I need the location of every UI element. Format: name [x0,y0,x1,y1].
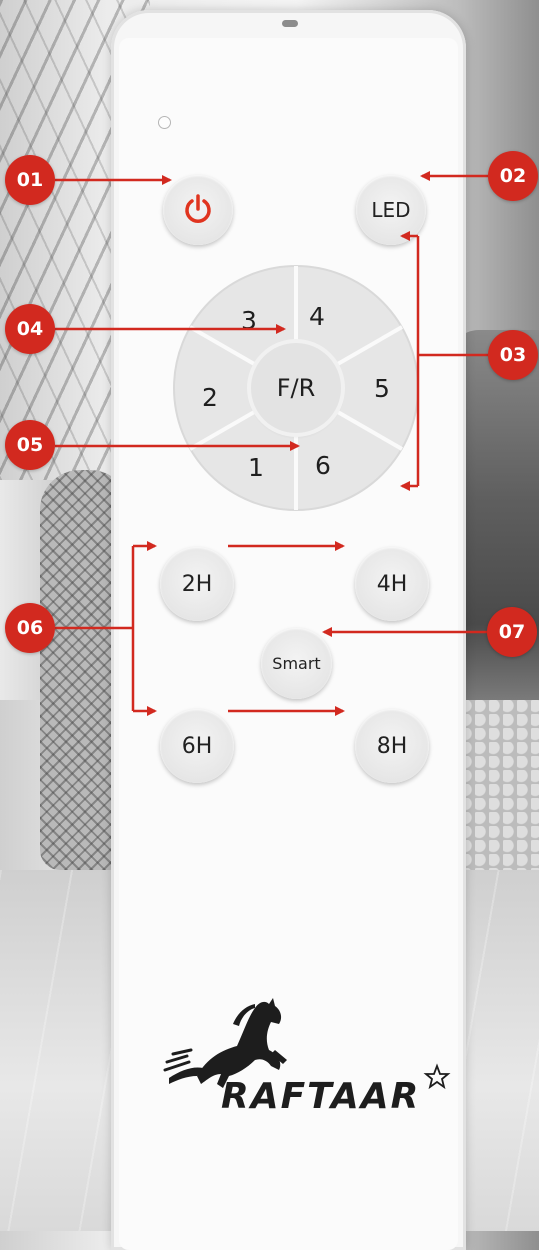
timer-2h-button[interactable]: 2H [160,547,234,621]
remote-face: LED 3 4 2 5 1 6 F/R 2H 4H Smart 6H 8H RA… [119,38,458,1250]
speed-6-button[interactable]: 6 [308,451,338,481]
callout-badge-04: 04 [5,304,55,354]
callout-badge-05: 05 [5,420,55,470]
timer-8h-button[interactable]: 8H [355,709,429,783]
remote-top-slot [282,20,298,27]
callout-badge-01: 01 [5,155,55,205]
brand-wordmark: RAFTAAR [221,1076,420,1117]
timer-4h-button[interactable]: 4H [355,547,429,621]
callout-badge-03: 03 [488,330,538,380]
power-icon [185,194,211,223]
callout-badge-07: 07 [487,607,537,657]
callout-badge-02: 02 [488,151,538,201]
timer-8h-label: 8H [376,733,408,759]
speed-3-button[interactable]: 3 [234,306,264,336]
brand-logo: RAFTAAR [137,958,457,1128]
forward-reverse-button[interactable]: F/R [251,343,341,433]
power-button[interactable] [163,175,233,245]
speed-5-button[interactable]: 5 [367,374,397,404]
timer-6h-button[interactable]: 6H [160,709,234,783]
smart-mode-label: Smart [272,654,321,673]
speed-2-button[interactable]: 2 [195,383,225,413]
remote-control: LED 3 4 2 5 1 6 F/R 2H 4H Smart 6H 8H RA… [111,10,466,1250]
forward-reverse-label: F/R [276,374,316,402]
timer-4h-label: 4H [376,571,408,597]
callout-badge-06: 06 [5,603,55,653]
led-light-button[interactable]: LED [356,175,426,245]
led-button-label: LED [371,198,411,222]
speed-dial: 3 4 2 5 1 6 F/R [171,263,421,513]
smart-mode-button[interactable]: Smart [261,628,332,699]
timer-2h-label: 2H [181,571,213,597]
speed-4-button[interactable]: 4 [302,302,332,332]
horse-logo-icon: RAFTAAR [163,998,451,1117]
timer-6h-label: 6H [181,733,213,759]
speed-1-button[interactable]: 1 [241,453,271,483]
ir-indicator-light [158,116,171,129]
